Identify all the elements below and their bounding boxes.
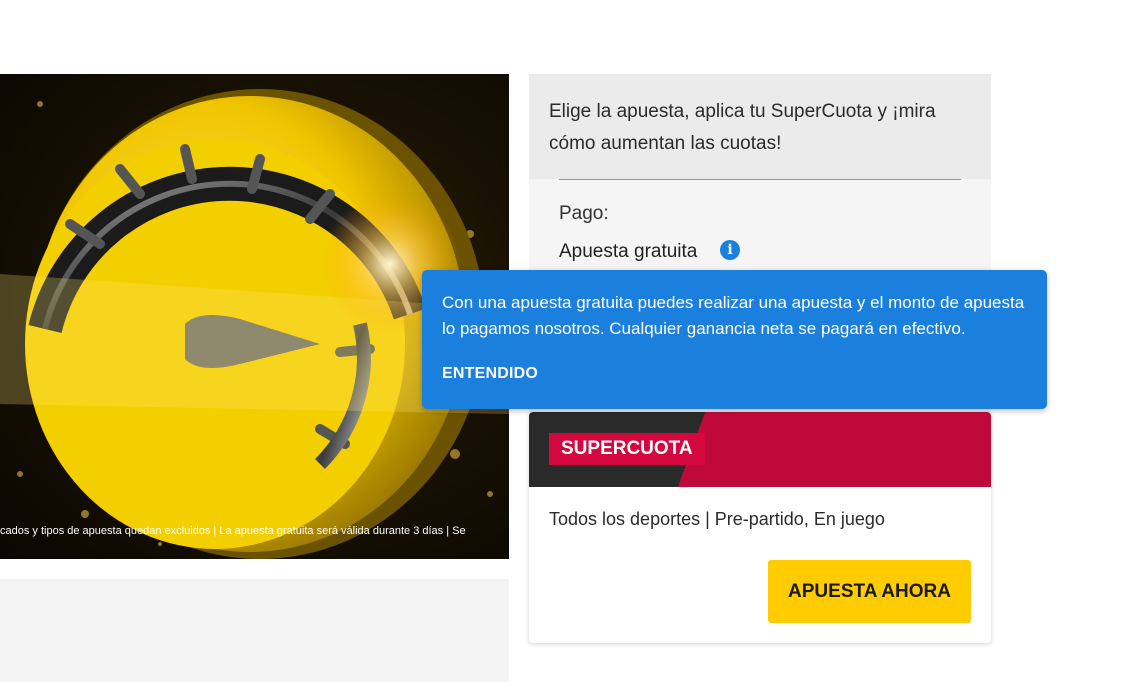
card-banner: SUPERCUOTA: [529, 412, 991, 487]
tooltip-text: Con una apuesta gratuita puedes realizar…: [442, 293, 1025, 338]
divider: [559, 179, 961, 180]
understood-button[interactable]: ENTENDIDO: [442, 365, 538, 383]
bet-now-button[interactable]: APUESTA AHORA: [768, 560, 971, 623]
supercuota-badge: SUPERCUOTA: [549, 433, 705, 465]
payment-value: Apuesta gratuita: [559, 241, 698, 262]
supercuota-card: SUPERCUOTA Todos los deportes | Pre-part…: [529, 412, 991, 643]
sports-info: Todos los deportes | Pre-partido, En jue…: [549, 509, 885, 529]
promo-description-panel: Elige la apuesta, aplica tu SuperCuota y…: [529, 74, 991, 179]
free-bet-tooltip: Con una apuesta gratuita puedes realizar…: [422, 270, 1047, 409]
info-icon[interactable]: i: [720, 240, 740, 260]
terms-caption: cados y tipos de apuesta quedan excluido…: [0, 525, 466, 537]
promo-description: Elige la apuesta, aplica tu SuperCuota y…: [549, 101, 936, 154]
content-placeholder: [0, 579, 509, 682]
payment-label: Pago:: [559, 203, 609, 224]
